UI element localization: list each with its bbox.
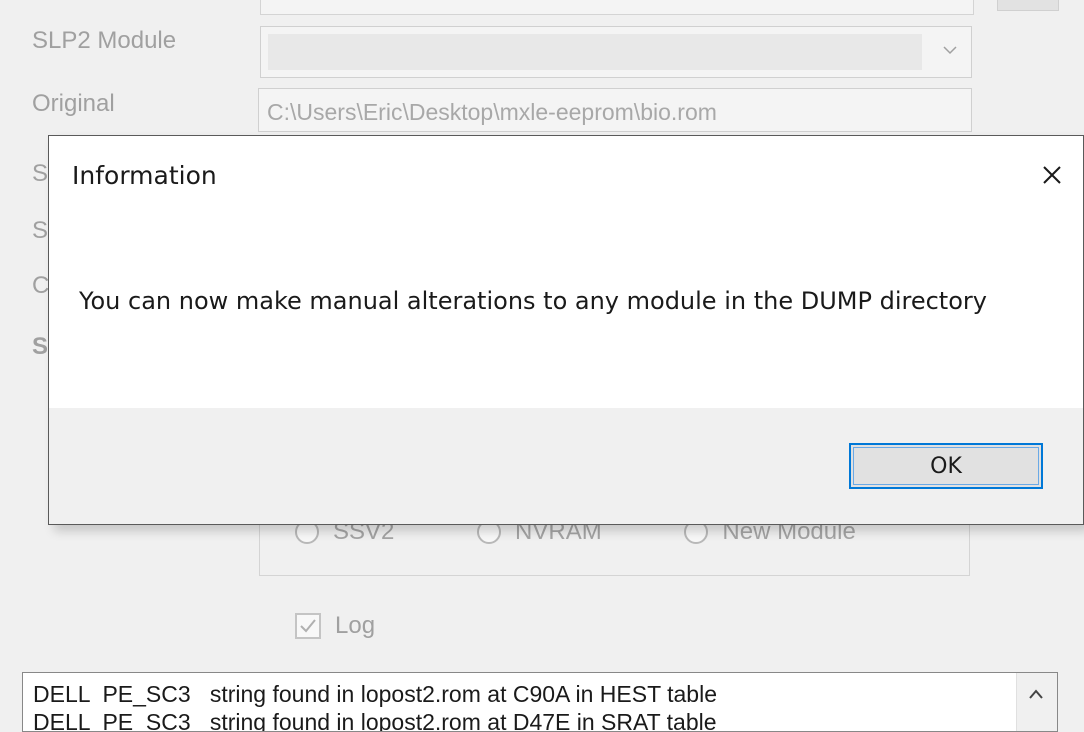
dialog-footer: OK — [49, 408, 1083, 524]
dialog-message: You can now make manual alterations to a… — [79, 287, 987, 315]
dialog-title: Information — [72, 161, 217, 190]
partial-label-2: S — [32, 217, 49, 244]
partial-section-heading: S — [32, 333, 49, 360]
log-line: DELL PE_SC3 string found in lopost2.rom … — [33, 709, 717, 732]
log-checkbox-label: Log — [335, 612, 376, 639]
corner-button[interactable] — [997, 0, 1059, 11]
log-scrollbar[interactable] — [1016, 673, 1057, 731]
original-path-field[interactable]: C:\Users\Eric\Desktop\mxle-eeprom\bio.ro… — [258, 88, 972, 132]
scroll-up-icon[interactable] — [1029, 689, 1043, 699]
slp2-module-label: SLP2 Module — [32, 27, 177, 54]
information-dialog: Information You can now make manual alte… — [48, 135, 1084, 525]
slp2-module-dropdown[interactable] — [260, 26, 972, 78]
original-label: Original — [32, 90, 115, 117]
partial-label-1: S — [32, 160, 49, 187]
close-icon[interactable] — [1035, 158, 1069, 192]
ok-button-label: OK — [930, 453, 962, 479]
log-output[interactable]: DELL PE_SC3 string found in lopost2.rom … — [22, 672, 1058, 732]
partial-label-3: C — [32, 272, 50, 299]
checkmark-icon — [295, 613, 321, 639]
chevron-down-icon — [943, 46, 957, 55]
log-line: DELL PE_SC3 string found in lopost2.rom … — [33, 681, 717, 707]
top-field[interactable] — [260, 0, 974, 15]
ok-button[interactable]: OK — [849, 443, 1043, 489]
log-checkbox[interactable]: Log — [295, 612, 375, 640]
